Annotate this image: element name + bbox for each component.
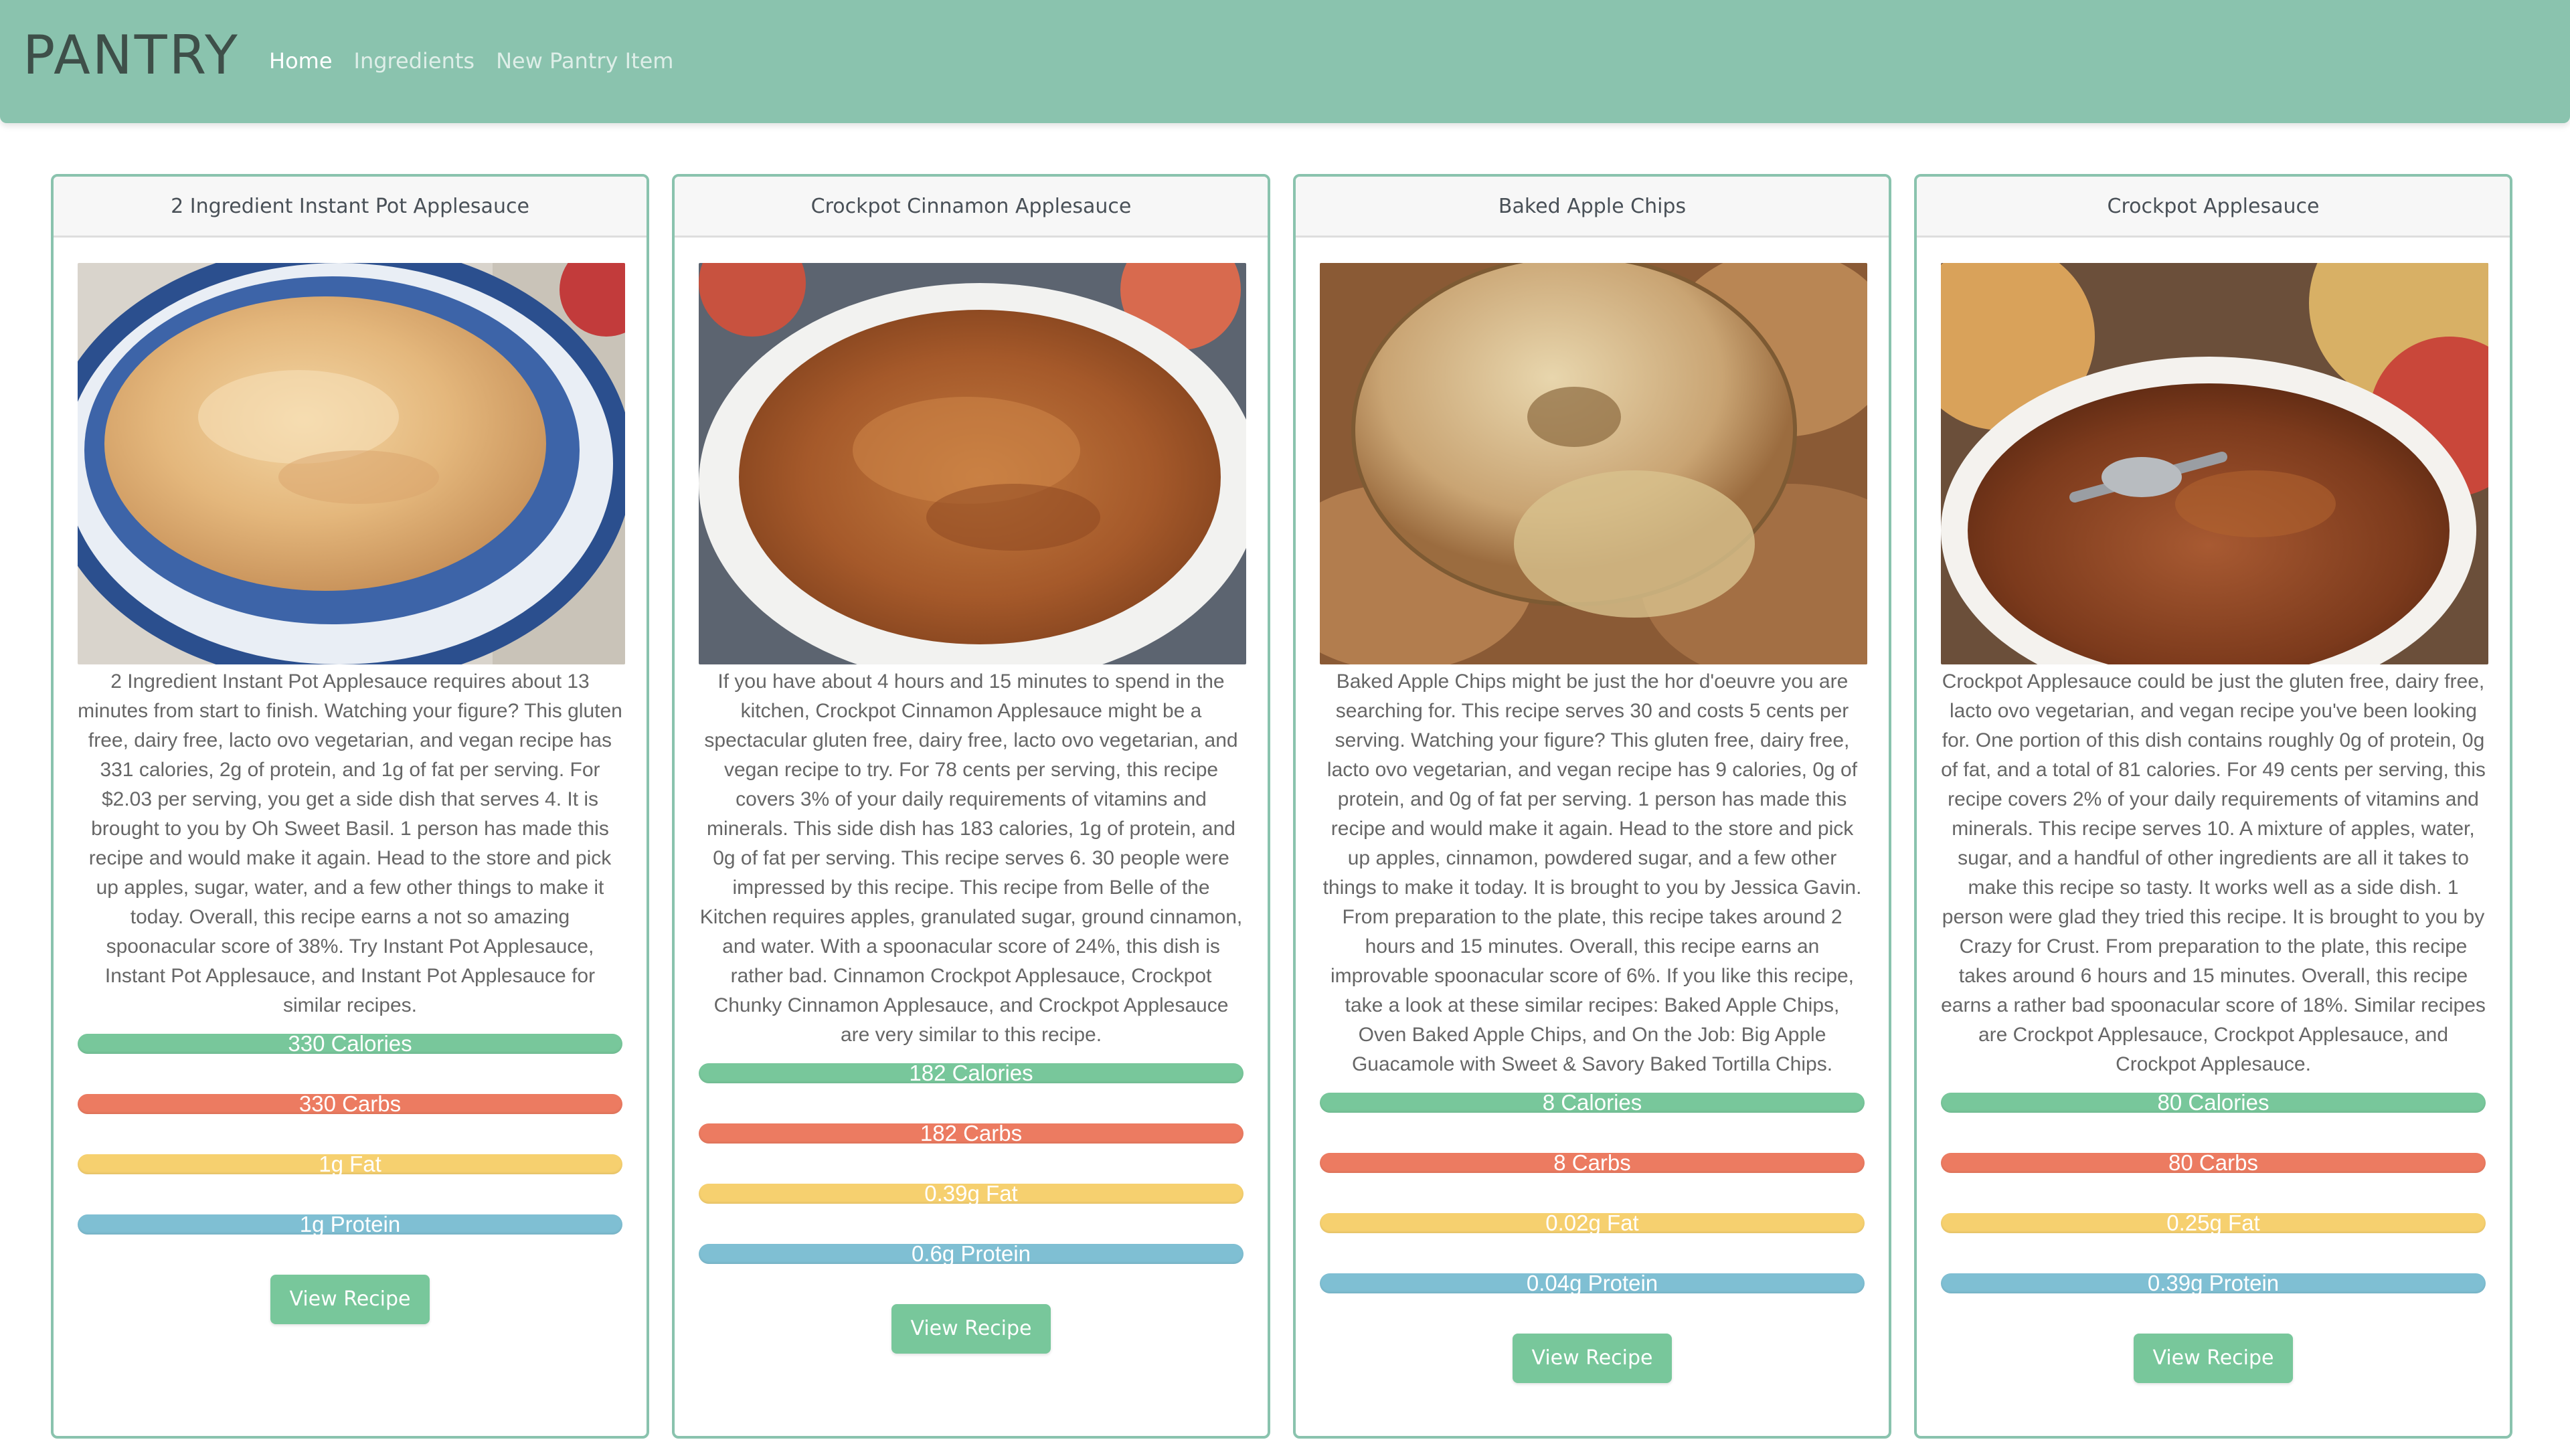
recipe-card: 2 Ingredient Instant Pot Applesauce 2 In… [51,174,649,1439]
recipe-photo-baked-apple-chips [1320,263,1867,664]
nav-links: Home Ingredients New Pantry Item [269,47,673,75]
recipe-card-body: Crockpot Applesauce could be just the gl… [1917,238,2510,1423]
nav-link-ingredients[interactable]: Ingredients [354,47,475,75]
carbs-bar: 330 Carbs [78,1093,622,1115]
calories-bar: 182 Calories [699,1062,1244,1084]
nav-link-new-pantry-item[interactable]: New Pantry Item [496,47,673,75]
view-recipe-button[interactable]: View Recipe [1513,1334,1672,1383]
recipe-description: 2 Ingredient Instant Pot Applesauce requ… [78,670,622,1016]
recipe-description: Crockpot Applesauce could be just the gl… [1941,670,2486,1075]
recipe-card-title: Crockpot Cinnamon Applesauce [675,177,1268,238]
recipe-card-body: If you have about 4 hours and 15 minutes… [675,238,1268,1394]
recipe-description: Baked Apple Chips might be just the hor … [1322,670,1862,1075]
view-recipe-button[interactable]: View Recipe [270,1275,430,1324]
calories-bar: 8 Calories [1320,1091,1865,1113]
carbs-bar: 182 Carbs [699,1122,1244,1144]
view-recipe-button[interactable]: View Recipe [2134,1334,2293,1383]
recipe-photo-crockpot-applesauce [1941,263,2488,664]
nav-link-home[interactable]: Home [269,47,333,75]
calories-bar: 330 Calories [78,1032,622,1055]
fat-bar: 0.39g Fat [699,1182,1244,1204]
carbs-bar: 80 Carbs [1941,1152,2486,1174]
protein-bar: 0.6g Protein [699,1243,1244,1265]
view-recipe-button[interactable]: View Recipe [891,1304,1051,1354]
recipe-photo-cinnamon-applesauce [699,263,1246,664]
protein-bar: 0.39g Protein [1941,1272,2486,1294]
recipe-card-title: Baked Apple Chips [1296,177,1889,238]
recipe-card-grid: 2 Ingredient Instant Pot Applesauce 2 In… [51,174,2519,1439]
calories-bar: 80 Calories [1941,1091,2486,1113]
recipe-card-title: 2 Ingredient Instant Pot Applesauce [54,177,647,238]
protein-bar: 1g Protein [78,1213,622,1235]
protein-bar: 0.04g Protein [1320,1272,1865,1294]
top-navbar: PANTRY Home Ingredients New Pantry Item [0,0,2570,123]
recipe-card: Baked Apple Chips Baked Apple Chips migh… [1293,174,1891,1439]
fat-bar: 0.25g Fat [1941,1212,2486,1234]
recipe-card-body: Baked Apple Chips might be just the hor … [1296,238,1889,1423]
recipe-photo-applesauce-blue-bowl [78,263,625,664]
recipe-card: Crockpot Cinnamon Applesauce If you have… [672,174,1270,1439]
recipe-card-title: Crockpot Applesauce [1917,177,2510,238]
recipe-description: If you have about 4 hours and 15 minutes… [699,670,1243,1046]
recipe-card: Crockpot Applesauce Crockpot Applesauce … [1914,174,2512,1439]
carbs-bar: 8 Carbs [1320,1152,1865,1174]
fat-bar: 1g Fat [78,1153,622,1175]
brand-logo[interactable]: PANTRY [23,25,240,86]
fat-bar: 0.02g Fat [1320,1212,1865,1234]
recipe-card-body: 2 Ingredient Instant Pot Applesauce requ… [54,238,647,1364]
